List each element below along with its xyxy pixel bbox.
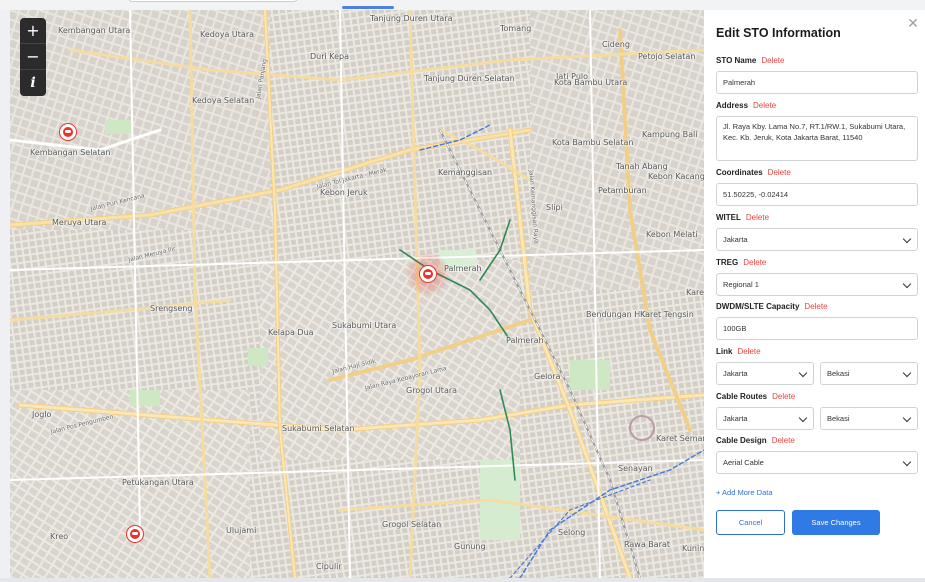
place-label: Selong xyxy=(558,528,586,537)
map-tiles xyxy=(10,10,704,578)
add-more-data-link[interactable]: + Add More Data xyxy=(716,488,773,497)
place-label: Gunung xyxy=(454,542,486,551)
link-label: Link xyxy=(716,347,733,356)
place-label: Kembangan Utara xyxy=(58,26,131,35)
map-zoom-control: + − i xyxy=(20,18,46,96)
map-info-button[interactable]: i xyxy=(20,70,46,96)
place-label: Palmerah xyxy=(506,336,544,345)
delete-link[interactable]: Delete xyxy=(772,436,795,445)
place-label: Srengseng xyxy=(150,304,193,313)
treg-field: TREG Delete Regional 1 xyxy=(716,258,918,296)
place-label: Tanah Abang xyxy=(616,162,668,171)
save-changes-button[interactable]: Save Changes xyxy=(792,510,880,535)
delete-link[interactable]: Delete xyxy=(772,392,795,401)
delete-link[interactable]: Delete xyxy=(746,213,769,222)
address-label: Address xyxy=(716,101,749,110)
treg-select[interactable]: Regional 1 xyxy=(716,273,918,296)
place-label: Duri Kepa xyxy=(310,52,350,61)
active-tab-indicator[interactable] xyxy=(342,6,394,9)
place-label: Petojo Selatan xyxy=(638,52,696,61)
place-label: Rawa Barat xyxy=(624,540,670,549)
close-icon[interactable]: ✕ xyxy=(907,17,919,31)
place-label: Meruya Utara xyxy=(52,218,107,227)
capacity-field: DWDM/SLTE Capacity Delete 100GB xyxy=(716,302,918,340)
coordinates-input[interactable]: 51.50225, -0.02414 xyxy=(716,183,918,206)
place-label: Joglo xyxy=(32,410,52,419)
place-label: Kelapa Dua xyxy=(268,328,314,337)
capacity-label: DWDM/SLTE Capacity xyxy=(716,302,800,311)
delete-link[interactable]: Delete xyxy=(737,347,760,356)
place-label: Cipulir xyxy=(316,562,342,571)
coordinates-label: Coordinates xyxy=(716,168,763,177)
place-label: Petukangan Utara xyxy=(122,478,194,487)
place-label: Kedoya Selatan xyxy=(192,96,255,105)
address-textarea[interactable]: Jl. Raya Kby. Lama No.7, RT.1/RW.1, Suka… xyxy=(716,116,918,161)
delete-link[interactable]: Delete xyxy=(804,302,827,311)
place-label: Kebon Kacang xyxy=(648,172,704,181)
sto-name-field: STO Name Delete Palmerah xyxy=(716,56,918,94)
place-label: Karet xyxy=(686,288,704,297)
cable-design-label: Cable Design xyxy=(716,436,767,445)
cable-routes-field: Cable Routes Delete Jakarta Bekasi xyxy=(716,392,918,430)
top-search-input[interactable] xyxy=(128,0,298,2)
treg-label: TREG xyxy=(716,258,739,267)
place-label: Kembangan Selatan xyxy=(30,148,111,157)
cable-design-select[interactable]: Aerial Cable xyxy=(716,451,918,474)
place-label: Slipi xyxy=(546,203,563,212)
place-label: Cideng xyxy=(602,40,630,49)
place-label: Sukabumi Selatan xyxy=(282,424,355,433)
top-bar xyxy=(0,0,925,10)
delete-link[interactable]: Delete xyxy=(743,258,766,267)
map-view[interactable]: Kembangan Utara Kedoya Utara Duri Kepa T… xyxy=(10,10,704,578)
zoom-in-button[interactable]: + xyxy=(20,18,46,44)
sto-name-label: STO Name xyxy=(716,56,757,65)
place-label: Senayan xyxy=(618,464,653,473)
place-label: Kebon Melati xyxy=(646,230,698,239)
panel-title: Edit STO Information xyxy=(716,26,841,40)
cancel-button[interactable]: Cancel xyxy=(716,510,785,535)
link-field: Link Delete Jakarta Bekasi xyxy=(716,347,918,385)
place-label: Kampung Bali xyxy=(642,130,698,139)
link-from-select[interactable]: Jakarta xyxy=(716,362,814,385)
edit-sto-panel: ✕ Edit STO Information STO Name Delete Pa… xyxy=(704,10,925,578)
witel-field: WITEL Delete Jakarta xyxy=(716,213,918,251)
capacity-input[interactable]: 100GB xyxy=(716,317,918,340)
sto-location-pin[interactable] xyxy=(60,124,76,140)
address-field: Address Delete Jl. Raya Kby. Lama No.7, R… xyxy=(716,101,918,161)
bottom-bar xyxy=(0,578,925,582)
place-label: Kreo xyxy=(50,532,69,541)
place-label: Ulujami xyxy=(226,526,257,535)
place-label: Grogol Selatan xyxy=(382,520,442,529)
place-label: Kota Bambu Selatan xyxy=(552,138,634,147)
place-label: Tanjung Duren Utara xyxy=(370,14,453,23)
cable-route-to-select[interactable]: Bekasi xyxy=(820,407,918,430)
witel-select[interactable]: Jakarta xyxy=(716,228,918,251)
sto-name-input[interactable]: Palmerah xyxy=(716,71,918,94)
sto-location-pin[interactable] xyxy=(127,526,143,542)
place-label: Sukabumi Utara xyxy=(332,321,397,330)
coordinates-field: Coordinates Delete 51.50225, -0.02414 xyxy=(716,168,918,206)
place-label: Kedoya Utara xyxy=(200,30,255,39)
delete-link[interactable]: Delete xyxy=(768,168,791,177)
cable-routes-label: Cable Routes xyxy=(716,392,768,401)
place-label: Grogol Utara xyxy=(406,386,458,395)
place-label: Kemanggisan xyxy=(438,168,493,177)
sto-location-pin-selected[interactable] xyxy=(420,266,436,282)
delete-link[interactable]: Delete xyxy=(761,56,784,65)
place-label: Petamburan xyxy=(598,186,647,195)
place-label: Karet Semanggi xyxy=(656,434,704,443)
place-label: Gelora xyxy=(534,372,561,381)
place-label: Karet Tengsin xyxy=(640,310,694,319)
cable-route-from-select[interactable]: Jakarta xyxy=(716,407,814,430)
delete-link[interactable]: Delete xyxy=(753,101,776,110)
place-label: Kuningan xyxy=(682,544,704,553)
place-label: Tanjung Duren Selatan xyxy=(424,74,515,83)
cable-design-field: Cable Design Delete Aerial Cable xyxy=(716,436,918,474)
zoom-out-button[interactable]: − xyxy=(20,44,46,70)
place-label: Kota Bambu Utara xyxy=(554,78,628,87)
place-label: Tomang xyxy=(500,24,532,33)
link-to-select[interactable]: Bekasi xyxy=(820,362,918,385)
witel-label: WITEL xyxy=(716,213,741,222)
app-root: Kembangan Utara Kedoya Utara Duri Kepa T… xyxy=(0,0,925,582)
